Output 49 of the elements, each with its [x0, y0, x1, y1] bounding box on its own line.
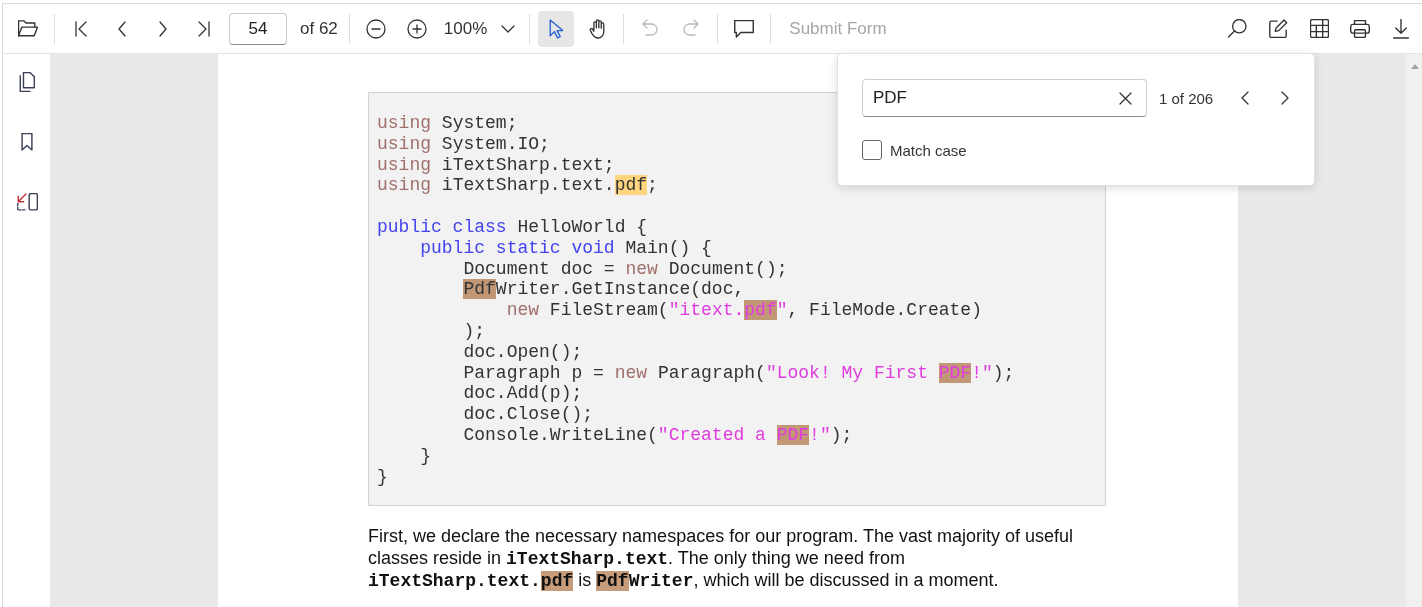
- hand-icon: [588, 18, 606, 39]
- code-line: doc.Open();: [462, 341, 583, 363]
- code-line: doc.Close();: [462, 404, 594, 425]
- zoom-dropdown[interactable]: 100%: [439, 10, 522, 47]
- select-tool-button[interactable]: [538, 10, 575, 47]
- code-line: Paragraph p = new Paragraph("Look! My First PDF!");: [462, 362, 1015, 384]
- code-line: doc.Add(p);: [462, 383, 583, 405]
- close-icon: [1118, 91, 1132, 105]
- chevron-left-icon: [118, 20, 126, 37]
- code-line: using System.IO;: [377, 133, 550, 155]
- scrollbar[interactable]: [1406, 54, 1422, 607]
- download-icon: [1393, 18, 1409, 39]
- zoom-out-icon: [365, 18, 386, 39]
- edit-icon: [1268, 19, 1288, 38]
- first-page-icon: [75, 20, 87, 37]
- code-line: using System;: [377, 113, 518, 134]
- code-line: }: [377, 466, 388, 488]
- speech-bubble-icon: [734, 19, 755, 38]
- match-case-checkbox[interactable]: [862, 140, 882, 160]
- redo-icon: [683, 19, 700, 38]
- zoom-in-icon: [406, 18, 427, 39]
- undo-icon: [642, 19, 659, 38]
- page-arrow-icon: [15, 193, 38, 211]
- code-line: }: [419, 445, 432, 467]
- code-line: public static void Main() {: [419, 237, 712, 259]
- code-line: public class HelloWorld {: [377, 217, 648, 238]
- bookmark-icon: [20, 133, 33, 151]
- code-line: );: [462, 320, 486, 342]
- pages-icon: [18, 72, 35, 92]
- code-line: using iTextSharp.text.pdf;: [377, 175, 658, 197]
- grid-icon: [1309, 19, 1329, 38]
- search-field[interactable]: PDF: [862, 79, 1147, 117]
- code-line: Document doc = new Document();: [462, 258, 788, 280]
- code-line: using iTextSharp.text;: [377, 154, 615, 176]
- match-count: 1 of 206: [1159, 89, 1214, 107]
- chevron-right-icon: [1281, 91, 1290, 105]
- page-number-field[interactable]: 54: [229, 12, 287, 45]
- printer-icon: [1350, 19, 1370, 38]
- code-line: new FileStream("itext.pdf", FileMode.Create): [505, 300, 982, 321]
- chevron-left-icon: [1241, 91, 1250, 105]
- page-count: of 62: [300, 18, 338, 39]
- caret-icon: [501, 24, 516, 33]
- cursor-icon: [549, 18, 564, 39]
- folder-icon: [18, 20, 38, 37]
- match-case-label: Match case: [890, 141, 967, 159]
- last-page-icon: [198, 20, 210, 37]
- code-line: Console.WriteLine("Created a PDF!");: [462, 424, 853, 446]
- search-icon: [1227, 19, 1247, 38]
- chevron-right-icon: [159, 20, 167, 37]
